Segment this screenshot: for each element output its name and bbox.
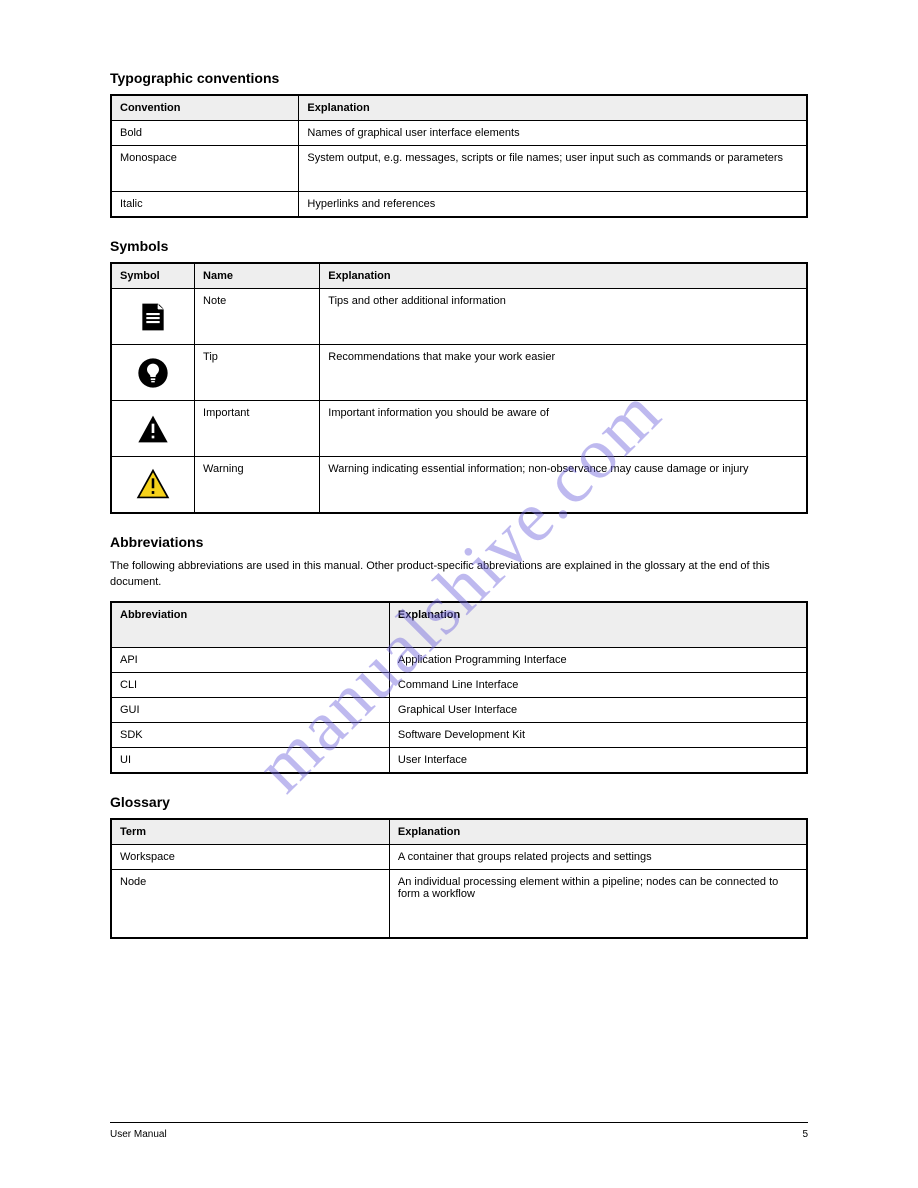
abbreviations-heading: Abbreviations [110, 534, 808, 550]
typographic-heading: Typographic conventions [110, 70, 808, 86]
table-cell: An individual processing element within … [389, 870, 807, 938]
table-cell: Note [195, 289, 320, 345]
symbols-header-explanation: Explanation [320, 263, 807, 289]
warn-icon [111, 401, 195, 457]
typographic-header-convention: Convention [111, 95, 299, 121]
abbreviations-table: Abbreviation Explanation API Application… [110, 601, 808, 775]
footer-title: User Manual [110, 1129, 167, 1140]
table-cell: Application Programming Interface [389, 648, 807, 673]
symbols-table: Symbol Name Explanation Note Tips and ot… [110, 262, 808, 514]
caution-icon [111, 457, 195, 513]
table-cell: Monospace [111, 146, 299, 192]
table-cell: Node [111, 870, 389, 938]
tip-icon [111, 345, 195, 401]
abbreviations-intro: The following abbreviations are used in … [110, 558, 808, 591]
table-cell: Software Development Kit [389, 723, 807, 748]
table-cell: Tip [195, 345, 320, 401]
table-cell: Important [195, 401, 320, 457]
table-cell: Important information you should be awar… [320, 401, 807, 457]
page-footer: User Manual 5 [110, 1122, 808, 1140]
table-cell: SDK [111, 723, 389, 748]
table-cell: Workspace [111, 845, 389, 870]
table-cell: Warning indicating essential information… [320, 457, 807, 513]
abbreviations-header-explanation: Explanation [389, 602, 807, 648]
table-cell: Tips and other additional information [320, 289, 807, 345]
table-cell: Graphical User Interface [389, 698, 807, 723]
table-cell: CLI [111, 673, 389, 698]
abbreviations-header-abbr: Abbreviation [111, 602, 389, 648]
footer-page-number: 5 [802, 1129, 808, 1140]
note-icon [111, 289, 195, 345]
table-cell: Bold [111, 121, 299, 146]
symbols-heading: Symbols [110, 238, 808, 254]
table-cell: Hyperlinks and references [299, 192, 807, 218]
table-cell: GUI [111, 698, 389, 723]
table-cell: API [111, 648, 389, 673]
table-cell: System output, e.g. messages, scripts or… [299, 146, 807, 192]
typographic-table: Convention Explanation Bold Names of gra… [110, 94, 808, 218]
table-cell: A container that groups related projects… [389, 845, 807, 870]
glossary-header-term: Term [111, 819, 389, 845]
symbols-header-symbol: Symbol [111, 263, 195, 289]
typographic-header-explanation: Explanation [299, 95, 807, 121]
table-cell: Warning [195, 457, 320, 513]
glossary-header-explanation: Explanation [389, 819, 807, 845]
table-cell: Names of graphical user interface elemen… [299, 121, 807, 146]
glossary-heading: Glossary [110, 794, 808, 810]
table-cell: Command Line Interface [389, 673, 807, 698]
symbols-header-name: Name [195, 263, 320, 289]
table-cell: UI [111, 748, 389, 774]
table-cell: Italic [111, 192, 299, 218]
table-cell: Recommendations that make your work easi… [320, 345, 807, 401]
table-cell: User Interface [389, 748, 807, 774]
glossary-table: Term Explanation Workspace A container t… [110, 818, 808, 939]
